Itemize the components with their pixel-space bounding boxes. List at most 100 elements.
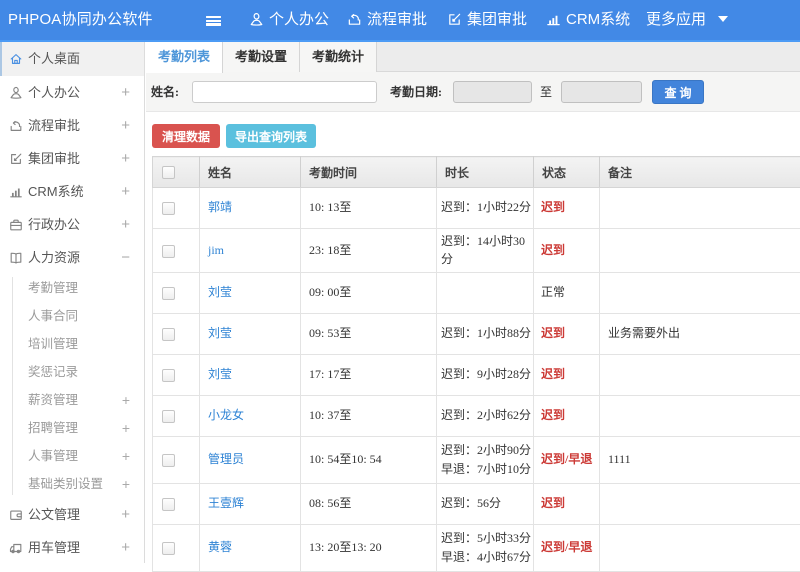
time-cell: 10: 54至10: 54 <box>301 437 437 484</box>
note-cell <box>600 229 800 273</box>
tab-2[interactable]: 考勤设置 <box>223 42 300 72</box>
name-cell: jim <box>200 229 301 273</box>
sidebar-item-label: 行政办公 <box>28 208 80 241</box>
employee-name-link[interactable]: 黄蓉 <box>208 540 232 554</box>
tab-3[interactable]: 考勤统计 <box>300 42 377 72</box>
duration-cell: 迟到：1小时88分 <box>437 314 534 355</box>
duration-line: 迟到：1小时88分 <box>441 325 532 343</box>
duration-cell <box>437 273 534 314</box>
minus-icon[interactable]: − <box>121 241 130 274</box>
name-filter-input[interactable] <box>192 81 377 103</box>
employee-name-link[interactable]: 小龙女 <box>208 408 244 422</box>
topnav-1[interactable]: 个人办公 <box>249 0 329 40</box>
topnav-5[interactable]: 更多应用 <box>646 0 728 40</box>
time-cell: 10: 13至 <box>301 188 437 229</box>
plus-icon[interactable]: + <box>122 442 130 470</box>
employee-name-link[interactable]: 刘莹 <box>208 285 232 299</box>
sidebar-item[interactable]: 人事合同 <box>0 302 144 330</box>
barchart-icon <box>9 185 23 199</box>
topnav-label: 流程审批 <box>367 11 427 28</box>
employee-name-link[interactable]: 刘莹 <box>208 367 232 381</box>
select-all-checkbox[interactable] <box>162 166 175 179</box>
duration-line: 早退：7小时10分 <box>441 460 532 479</box>
plus-icon[interactable]: + <box>121 498 130 531</box>
row-checkbox[interactable] <box>162 245 175 258</box>
duration-cell: 迟到：56分 <box>437 484 534 525</box>
plus-icon[interactable]: + <box>121 76 130 109</box>
sidebar-item[interactable]: 奖惩记录 <box>0 358 144 386</box>
row-checkbox[interactable] <box>162 542 175 555</box>
sidebar-item[interactable]: 薪资管理+ <box>0 386 144 414</box>
employee-name-link[interactable]: 刘莹 <box>208 326 232 340</box>
date-from-input[interactable] <box>453 81 532 103</box>
plus-icon[interactable]: + <box>122 414 130 442</box>
sidebar-item-label: 人事合同 <box>28 302 78 330</box>
edit-icon <box>9 152 23 166</box>
topnav-3[interactable]: 集团审批 <box>447 0 527 40</box>
table-row: 刘莹09: 53至迟到：1小时88分迟到业务需要外出 <box>153 314 800 355</box>
plus-icon[interactable]: + <box>121 109 130 142</box>
sidebar-item-label: 奖惩记录 <box>28 358 78 386</box>
caret-down-icon <box>718 16 728 22</box>
plus-icon[interactable]: + <box>121 531 130 564</box>
sidebar-item[interactable]: 考勤管理 <box>0 274 144 302</box>
column-header: 备注 <box>600 157 800 188</box>
column-header: 考勤时间 <box>301 157 437 188</box>
sidebar-item[interactable]: 人事管理+ <box>0 442 144 470</box>
employee-name-link[interactable]: 郭靖 <box>208 200 232 214</box>
status-cell: 正常 <box>534 273 600 314</box>
row-select-cell <box>153 437 200 484</box>
tab-1[interactable]: 考勤列表 <box>146 42 223 73</box>
employee-name-link[interactable]: jim <box>208 243 224 257</box>
name-filter-label: 姓名: <box>151 72 179 112</box>
date-to-input[interactable] <box>561 81 642 103</box>
status-cell: 迟到/早退 <box>534 525 600 572</box>
duration-line: 迟到：2小时62分 <box>441 407 532 425</box>
sidebar-item[interactable]: 集团审批+ <box>0 142 144 175</box>
clear-data-button[interactable]: 清理数据 <box>152 124 220 148</box>
row-checkbox[interactable] <box>162 328 175 341</box>
sidebar-item[interactable]: 基础类别设置+ <box>0 470 144 498</box>
sidebar-item[interactable]: 个人办公+ <box>0 76 144 109</box>
duration-cell: 迟到：2小时62分 <box>437 396 534 437</box>
row-checkbox[interactable] <box>162 202 175 215</box>
row-checkbox[interactable] <box>162 369 175 382</box>
plus-icon[interactable]: + <box>121 208 130 241</box>
sidebar-item[interactable]: 招聘管理 + <box>0 414 144 442</box>
sidebar-item-label: 招聘管理 <box>28 414 78 442</box>
export-button[interactable]: 导出查询列表 <box>226 124 316 148</box>
sidebar-item-label: 培训管理 <box>28 330 78 358</box>
sidebar-item[interactable]: 流程审批+ <box>0 109 144 142</box>
row-checkbox[interactable] <box>162 287 175 300</box>
employee-name-link[interactable]: 王壹辉 <box>208 496 244 510</box>
topnav-2[interactable]: 流程审批 <box>347 0 427 40</box>
plus-icon[interactable]: + <box>122 470 130 498</box>
sidebar-item[interactable]: 行政办公 + <box>0 208 144 241</box>
row-checkbox[interactable] <box>162 498 175 511</box>
sidebar-item[interactable]: 用车管理+ <box>0 531 144 564</box>
row-checkbox[interactable] <box>162 410 175 423</box>
home-icon <box>9 52 23 66</box>
plus-icon[interactable]: + <box>121 175 130 208</box>
row-select-cell <box>153 484 200 525</box>
plus-icon[interactable]: + <box>122 386 130 414</box>
status-cell: 迟到 <box>534 355 600 396</box>
employee-name-link[interactable]: 管理员 <box>208 452 244 466</box>
row-checkbox[interactable] <box>162 454 175 467</box>
plus-icon[interactable]: + <box>121 142 130 175</box>
status-cell: 迟到 <box>534 484 600 525</box>
time-cell: 17: 17至 <box>301 355 437 396</box>
sidebar-item[interactable]: 培训管理 <box>0 330 144 358</box>
sidebar-item[interactable]: 公文管理+ <box>0 498 144 531</box>
sidebar-item[interactable]: CRM系统+ <box>0 175 144 208</box>
date-filter-label: 考勤日期: <box>390 72 442 112</box>
duration-cell: 迟到：1小时22分 <box>437 188 534 229</box>
column-header: 状态 <box>534 157 600 188</box>
menu-toggle-icon[interactable] <box>206 16 221 27</box>
duration-cell: 迟到：5小时33分早退：4小时67分 <box>437 525 534 572</box>
search-button[interactable]: 查 询 <box>652 80 704 104</box>
sidebar-item[interactable]: 个人桌面 <box>0 42 144 76</box>
sidebar-item[interactable]: 人力资源− <box>0 241 144 274</box>
topnav-4[interactable]: CRM系统 <box>546 0 630 40</box>
note-cell <box>600 525 800 572</box>
